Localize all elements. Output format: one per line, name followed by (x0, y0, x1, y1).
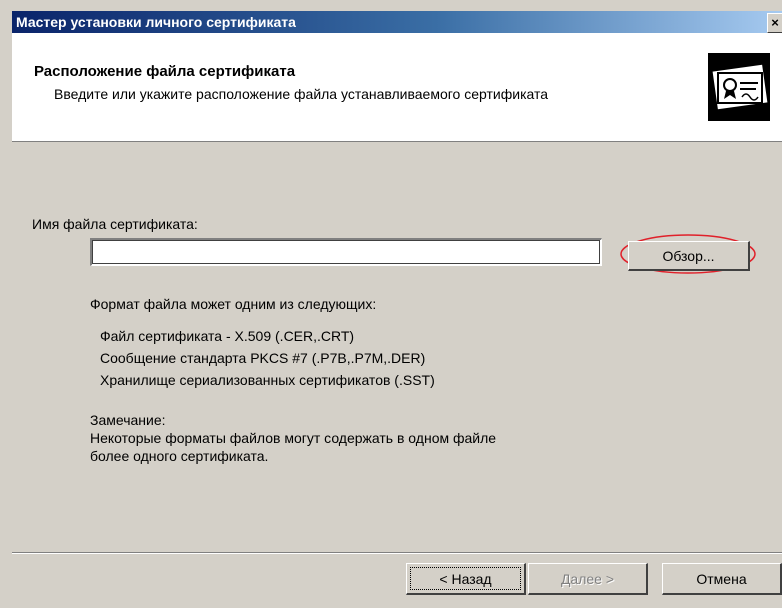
window-title: Мастер установки личного сертификата (16, 14, 296, 30)
title-bar[interactable]: Мастер установки личного сертификата × (12, 11, 782, 33)
next-button[interactable]: Далее > (528, 563, 648, 595)
note-title: Замечание: (90, 412, 166, 428)
file-path-input[interactable] (90, 238, 602, 266)
browse-button[interactable]: Обзор... (628, 241, 750, 271)
certificate-icon (708, 53, 770, 121)
note-line: более одного сертификата. (90, 448, 269, 464)
wizard-header: Расположение файла сертификата Введите и… (12, 33, 782, 142)
note-line: Некоторые форматы файлов могут содержать… (90, 430, 497, 446)
format-item: Сообщение стандарта PKCS #7 (.P7B,.P7M,.… (100, 350, 426, 366)
page-title: Расположение файла сертификата (34, 63, 296, 80)
format-item: Хранилище сериализованных сертификатов (… (100, 372, 435, 388)
format-item: Файл сертификата - X.509 (.CER,.CRT) (100, 328, 355, 344)
close-icon: × (771, 15, 779, 30)
formats-intro: Формат файла может одним из следующих: (90, 296, 377, 312)
file-name-label: Имя файла сертификата: (32, 216, 198, 232)
focus-rectangle (410, 567, 521, 590)
cancel-button[interactable]: Отмена (662, 563, 782, 595)
close-button[interactable]: × (767, 13, 782, 33)
page-subtitle: Введите или укажите расположение файла у… (54, 86, 549, 102)
footer-divider (12, 552, 782, 554)
back-button[interactable]: < Назад (406, 563, 526, 595)
wizard-window: Мастер установки личного сертификата × Р… (0, 0, 782, 608)
